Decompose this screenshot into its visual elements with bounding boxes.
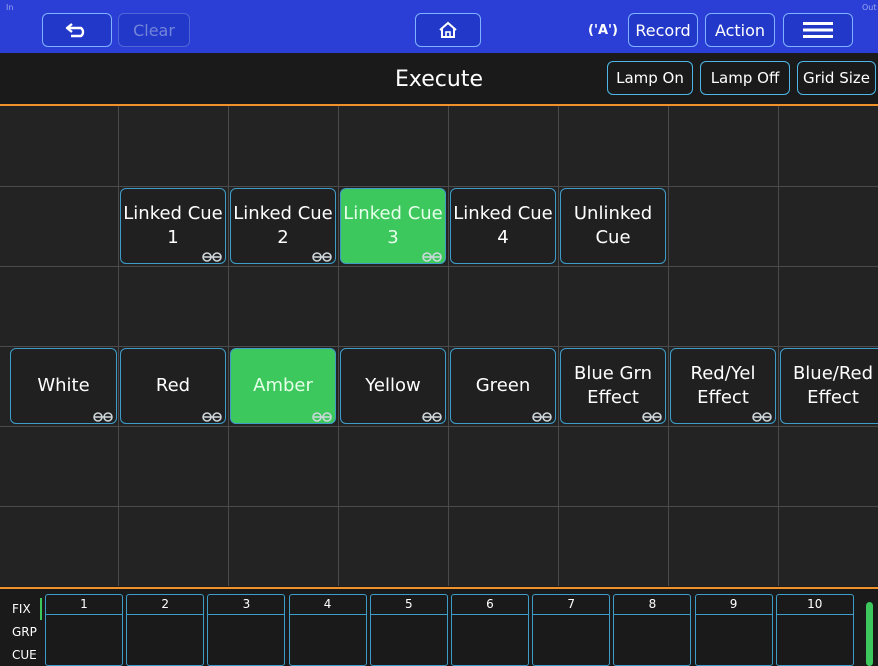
link-icon xyxy=(93,412,113,422)
cue-label: Linked Cue 3 xyxy=(343,203,443,248)
grid-row-line xyxy=(0,426,878,427)
fader-9[interactable]: 9 xyxy=(694,594,773,666)
link-icon xyxy=(752,412,772,422)
cue-label: Red xyxy=(155,375,191,396)
clear-button[interactable]: Clear xyxy=(118,13,190,47)
fader-number: 9 xyxy=(695,595,772,615)
link-icon xyxy=(312,252,332,262)
undo-button[interactable] xyxy=(42,13,112,47)
fader-number: 2 xyxy=(127,595,204,615)
fader-panel: FIX GRP CUE 1 2 3 4 5 6 7 8 9 10 xyxy=(0,587,878,666)
fader-5[interactable]: 5 xyxy=(369,594,448,666)
cue-label: Amber xyxy=(253,375,313,396)
fader-3[interactable]: 3 xyxy=(207,594,286,666)
fader-2[interactable]: 2 xyxy=(126,594,205,666)
color-row-cue-button[interactable]: Red/Yel Effect xyxy=(670,348,776,424)
cue-label: Unlinked Cue xyxy=(573,203,653,248)
undo-icon xyxy=(65,23,85,38)
color-row-cue-button[interactable]: Blue/Red Effect xyxy=(780,348,878,424)
grid-row-line xyxy=(0,186,878,187)
record-button[interactable]: Record xyxy=(628,13,698,47)
grid-row-line xyxy=(0,266,878,267)
out-indicator: Out xyxy=(862,3,877,12)
grid-size-button[interactable]: Grid Size xyxy=(797,61,876,95)
scrollbar[interactable] xyxy=(866,602,873,666)
cue-grid: Linked Cue 1 Linked Cue 2 Linked Cue 3 Link… xyxy=(0,106,878,586)
color-row-cue-button[interactable]: White xyxy=(10,348,117,424)
cue-label: Linked Cue 1 xyxy=(123,203,223,248)
cue-label: Linked Cue 2 xyxy=(233,203,333,248)
color-row-cue-button[interactable]: Red xyxy=(120,348,226,424)
linked-row-cue-button[interactable]: Linked Cue 1 xyxy=(120,188,226,264)
tab-fix[interactable]: FIX xyxy=(12,602,31,616)
grid-row-line xyxy=(0,346,878,347)
link-icon xyxy=(202,412,222,422)
lamp-on-button[interactable]: Lamp On xyxy=(607,61,693,95)
cue-label: Yellow xyxy=(365,375,421,396)
fader-number: 7 xyxy=(533,595,610,615)
fader-number: 6 xyxy=(452,595,528,615)
fader-number: 4 xyxy=(289,595,366,615)
link-icon xyxy=(422,252,442,262)
linked-row-cue-button[interactable]: Linked Cue 4 xyxy=(450,188,556,264)
linked-row-cue-button[interactable]: Unlinked Cue xyxy=(560,188,666,264)
fader-10[interactable]: 10 xyxy=(775,594,854,666)
fader-number: 10 xyxy=(776,595,853,615)
cue-label: Linked Cue 4 xyxy=(453,203,553,248)
top-toolbar: In Out Clear ('A') Record Action xyxy=(0,0,878,53)
action-button[interactable]: Action xyxy=(705,13,775,47)
hamburger-menu-icon xyxy=(803,22,833,38)
color-row-cue-button[interactable]: Yellow xyxy=(340,348,446,424)
active-tab-indicator xyxy=(40,598,42,620)
lamp-off-button[interactable]: Lamp Off xyxy=(700,61,790,95)
fader-number: 8 xyxy=(614,595,691,615)
fader-number: 1 xyxy=(46,595,122,615)
linked-row-cue-button[interactable]: Linked Cue 2 xyxy=(230,188,336,264)
color-row-cue-button[interactable]: Green xyxy=(450,348,556,424)
cue-label: Green xyxy=(475,375,531,396)
page-header: Execute Lamp On Lamp Off Grid Size xyxy=(0,53,878,106)
color-row-cue-button[interactable]: Amber xyxy=(230,348,336,424)
grid-row-line xyxy=(0,506,878,507)
fader-number: 3 xyxy=(208,595,285,615)
cue-label: Red/Yel Effect xyxy=(690,363,756,408)
cue-label: White xyxy=(37,375,90,396)
link-icon xyxy=(532,412,552,422)
link-icon xyxy=(202,252,222,262)
linked-row-cue-button[interactable]: Linked Cue 3 xyxy=(340,188,446,264)
fader-4[interactable]: 4 xyxy=(288,594,367,666)
link-icon xyxy=(422,412,442,422)
wireless-icon[interactable]: ('A') xyxy=(586,13,620,47)
home-icon xyxy=(439,21,457,38)
link-icon xyxy=(312,412,332,422)
in-indicator: In xyxy=(6,3,14,12)
tab-grp[interactable]: GRP xyxy=(12,625,37,639)
fader-8[interactable]: 8 xyxy=(613,594,692,666)
cue-label: Blue Grn Effect xyxy=(574,363,652,408)
fader-6[interactable]: 6 xyxy=(451,594,529,666)
color-row-cue-button[interactable]: Blue Grn Effect xyxy=(560,348,666,424)
home-button[interactable] xyxy=(415,13,481,47)
menu-button[interactable] xyxy=(783,13,853,47)
fader-7[interactable]: 7 xyxy=(532,594,611,666)
fader-number: 5 xyxy=(370,595,447,615)
cue-label: Blue/Red Effect xyxy=(792,363,874,408)
fader-1[interactable]: 1 xyxy=(45,594,123,666)
tab-cue[interactable]: CUE xyxy=(12,648,37,662)
link-icon xyxy=(642,412,662,422)
